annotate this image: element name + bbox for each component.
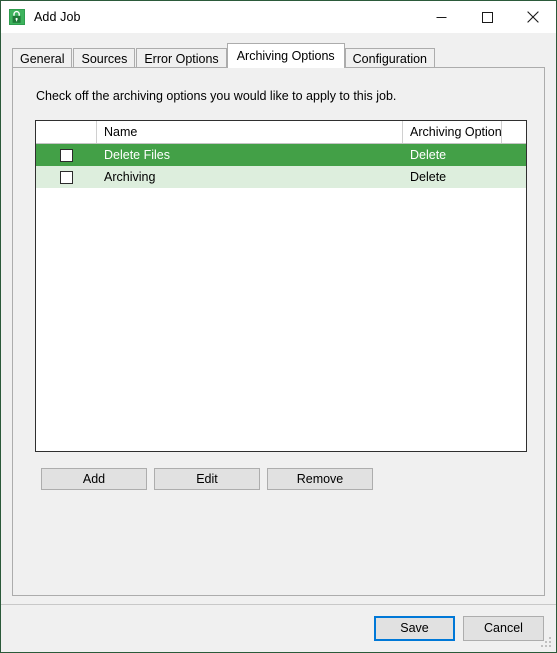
table-row[interactable]: Delete Files Delete	[36, 144, 526, 166]
window-title: Add Job	[34, 10, 81, 24]
grid-header-name[interactable]: Name	[97, 121, 403, 143]
grid-action-buttons: Add Edit Remove	[41, 468, 373, 490]
tab-general[interactable]: General	[12, 48, 73, 68]
row-checkbox-cell[interactable]	[36, 170, 97, 184]
grid-header-archiving-option[interactable]: Archiving Option	[403, 121, 502, 143]
grid-header-checkbox[interactable]	[36, 121, 97, 143]
close-icon[interactable]	[510, 1, 556, 33]
archiving-options-panel: Check off the archiving options you woul…	[12, 67, 545, 596]
window-controls	[418, 1, 556, 33]
maximize-icon[interactable]	[464, 1, 510, 33]
tab-strip: General Sources Error Options Archiving …	[12, 40, 436, 68]
cancel-button[interactable]: Cancel	[463, 616, 544, 641]
row-name: Archiving	[104, 170, 156, 184]
row-name: Delete Files	[104, 148, 170, 162]
tab-sources[interactable]: Sources	[73, 48, 136, 68]
save-button[interactable]: Save	[374, 616, 455, 641]
checkbox-unchecked-icon[interactable]	[60, 170, 73, 184]
grid-header-filler[interactable]	[502, 121, 526, 143]
minimize-icon[interactable]	[418, 1, 464, 33]
instruction-text: Check off the archiving options you woul…	[36, 89, 397, 103]
archiving-options-grid[interactable]: Name Archiving Option Delete Files Delet…	[35, 120, 527, 452]
row-archiving-option: Delete	[410, 148, 447, 162]
row-checkbox-cell[interactable]	[36, 148, 97, 162]
add-button[interactable]: Add	[41, 468, 147, 490]
lock-job-icon	[8, 8, 26, 26]
table-row[interactable]: Archiving Delete	[36, 166, 526, 188]
edit-button[interactable]: Edit	[154, 468, 260, 490]
dialog-footer: Save Cancel	[1, 605, 556, 652]
tab-archiving-options[interactable]: Archiving Options	[226, 43, 345, 68]
title-bar: Add Job	[1, 1, 556, 33]
tab-area: General Sources Error Options Archiving …	[1, 40, 556, 68]
remove-button[interactable]: Remove	[267, 468, 373, 490]
footer-buttons: Save Cancel	[374, 616, 544, 641]
tab-error-options[interactable]: Error Options	[136, 48, 227, 68]
grid-header-row: Name Archiving Option	[36, 121, 526, 144]
checkbox-unchecked-icon[interactable]	[60, 148, 73, 162]
resize-grip[interactable]	[541, 637, 553, 649]
add-job-dialog: Add Job General Sources Error Options Ar…	[0, 0, 557, 653]
row-archiving-option: Delete	[410, 170, 447, 184]
tab-configuration[interactable]: Configuration	[344, 48, 436, 68]
